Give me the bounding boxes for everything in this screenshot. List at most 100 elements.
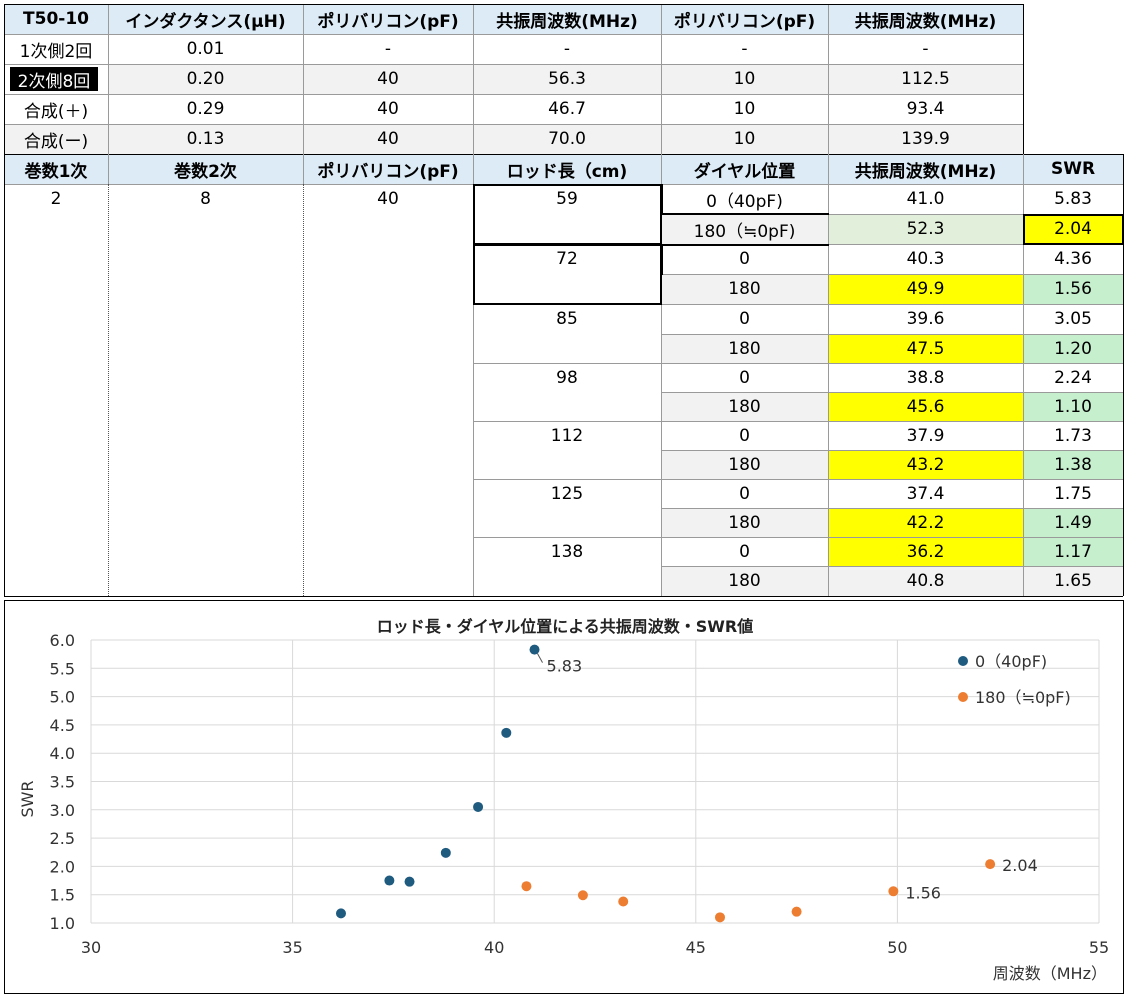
table1-cell: 10	[733, 99, 756, 119]
table1-cell: 10	[661, 64, 828, 94]
dial-position: 0	[739, 367, 750, 388]
resonant-frequency: 40.3	[906, 249, 945, 269]
table2-header: ロッド長（cm)	[473, 154, 661, 184]
grid-line	[661, 450, 1123, 451]
swr-value: 2.24	[1054, 367, 1092, 388]
x-tick-label: 50	[887, 938, 907, 957]
table1-cell: 93.4	[906, 99, 945, 119]
x-tick-label: 30	[81, 938, 101, 957]
grid-line	[473, 4, 474, 154]
grid-line	[4, 94, 1023, 95]
grid-line	[828, 4, 829, 154]
rod-59-outline	[473, 184, 662, 245]
table1-header: 共振周波数(MHz)	[473, 4, 661, 34]
scatter-chart: 1.0 1.5 2.0 2.5 3.0 3.5 4.0 4.5 5.0 5.5 6.0 30 35 40 4…	[18, 617, 1109, 983]
table1-row-label: 2次側8回	[10, 67, 98, 91]
resonant-frequency: 39.6	[906, 309, 945, 329]
table1-cell: -	[563, 39, 571, 59]
y-tick-label: 5.5	[50, 659, 75, 678]
table1-cell: 56.3	[473, 64, 661, 94]
grid-line	[661, 566, 1123, 567]
table1-cell: 70.0	[473, 124, 661, 154]
data-point	[335, 908, 346, 919]
y-tick-label: 2.5	[50, 829, 75, 848]
column-divider	[303, 184, 304, 596]
rod-length: 98	[556, 367, 578, 388]
resonant-frequency: 49.9	[828, 274, 1023, 304]
grid-line	[4, 154, 5, 596]
grid-line	[1023, 184, 1024, 596]
grid-line	[661, 334, 1123, 335]
grid-line	[473, 154, 474, 184]
table2-header: 共振周波数(MHz)	[828, 154, 1023, 184]
y-tick-label: 3.0	[50, 801, 75, 820]
x-tick-label: 45	[686, 938, 706, 957]
data-point	[529, 644, 540, 655]
rod-length: 138	[550, 541, 584, 562]
grid-line	[4, 34, 1023, 35]
table1-cell: 40	[303, 64, 473, 94]
grid-line	[661, 508, 1123, 509]
grid-line	[828, 154, 829, 184]
table1-cell: 0.20	[108, 64, 303, 94]
grid-line	[4, 596, 1123, 597]
grid-line	[661, 154, 662, 184]
dial-position: 180	[661, 508, 828, 537]
grid-line	[108, 4, 109, 154]
winding-primary: 2	[50, 189, 62, 209]
data-label: 5.83	[547, 657, 583, 676]
swr-value: 4.36	[1054, 249, 1092, 269]
dial-position: 0	[739, 483, 750, 504]
dial-position: 180	[661, 450, 828, 479]
swr-value: 1.75	[1054, 483, 1092, 504]
data-label-leader	[537, 653, 543, 663]
y-tick-label: 3.5	[50, 773, 75, 792]
y-tick-label: 5.0	[50, 688, 75, 707]
table2-header: ポリバリコン(pF)	[303, 154, 473, 184]
resonant-frequency: 37.9	[906, 425, 945, 446]
y-tick-label: 2.0	[50, 857, 75, 876]
table1-header: 共振周波数(MHz)	[828, 4, 1023, 34]
data-point	[714, 912, 725, 923]
y-axis-label: SWR	[18, 780, 37, 817]
table2-header: 巻数1次	[4, 154, 108, 184]
dial-0-outline	[661, 184, 829, 215]
grid-line	[4, 64, 1023, 65]
dial-position: 0	[739, 425, 750, 446]
swr-value: 1.17	[1023, 537, 1123, 566]
table1-cell: 10	[661, 124, 828, 154]
y-tick-label: 4.0	[50, 744, 75, 763]
swr-value: 1.73	[1054, 425, 1092, 446]
table1-row-label: 合成(＋)	[23, 101, 89, 122]
grid-line	[303, 4, 304, 154]
table1-cell: 0.01	[186, 39, 225, 59]
data-point	[404, 876, 415, 887]
data-point	[473, 801, 484, 812]
dial-position: 180	[661, 392, 828, 421]
grid-line	[473, 479, 661, 480]
resonant-frequency: 37.4	[906, 483, 945, 504]
resonant-frequency: 43.2	[828, 450, 1023, 479]
data-point	[985, 859, 996, 870]
table1-cell: -	[922, 39, 929, 59]
grid-line	[303, 154, 304, 184]
table1-header: T50-10	[4, 4, 108, 34]
grid-line	[661, 537, 1123, 538]
table1-cell: -	[384, 39, 392, 59]
resonant-frequency: 38.8	[906, 367, 945, 388]
table1-cell: 46.7	[548, 99, 586, 119]
swr-highlight-outline	[1023, 214, 1124, 245]
swr-value: 3.05	[1054, 309, 1092, 329]
winding-secondary: 8	[200, 189, 211, 209]
column-divider	[108, 184, 109, 596]
data-point	[791, 906, 802, 917]
legend-marker	[958, 656, 968, 666]
grid-line	[661, 392, 1123, 393]
table2-header: 巻数2次	[108, 154, 303, 184]
grid-line	[661, 363, 1123, 364]
dial-0-72-outline	[661, 244, 829, 275]
resonant-frequency: 52.3	[828, 214, 1023, 244]
resonant-frequency: 40.8	[828, 566, 1023, 596]
dial-position: 180	[661, 274, 828, 304]
grid-line	[473, 537, 661, 538]
